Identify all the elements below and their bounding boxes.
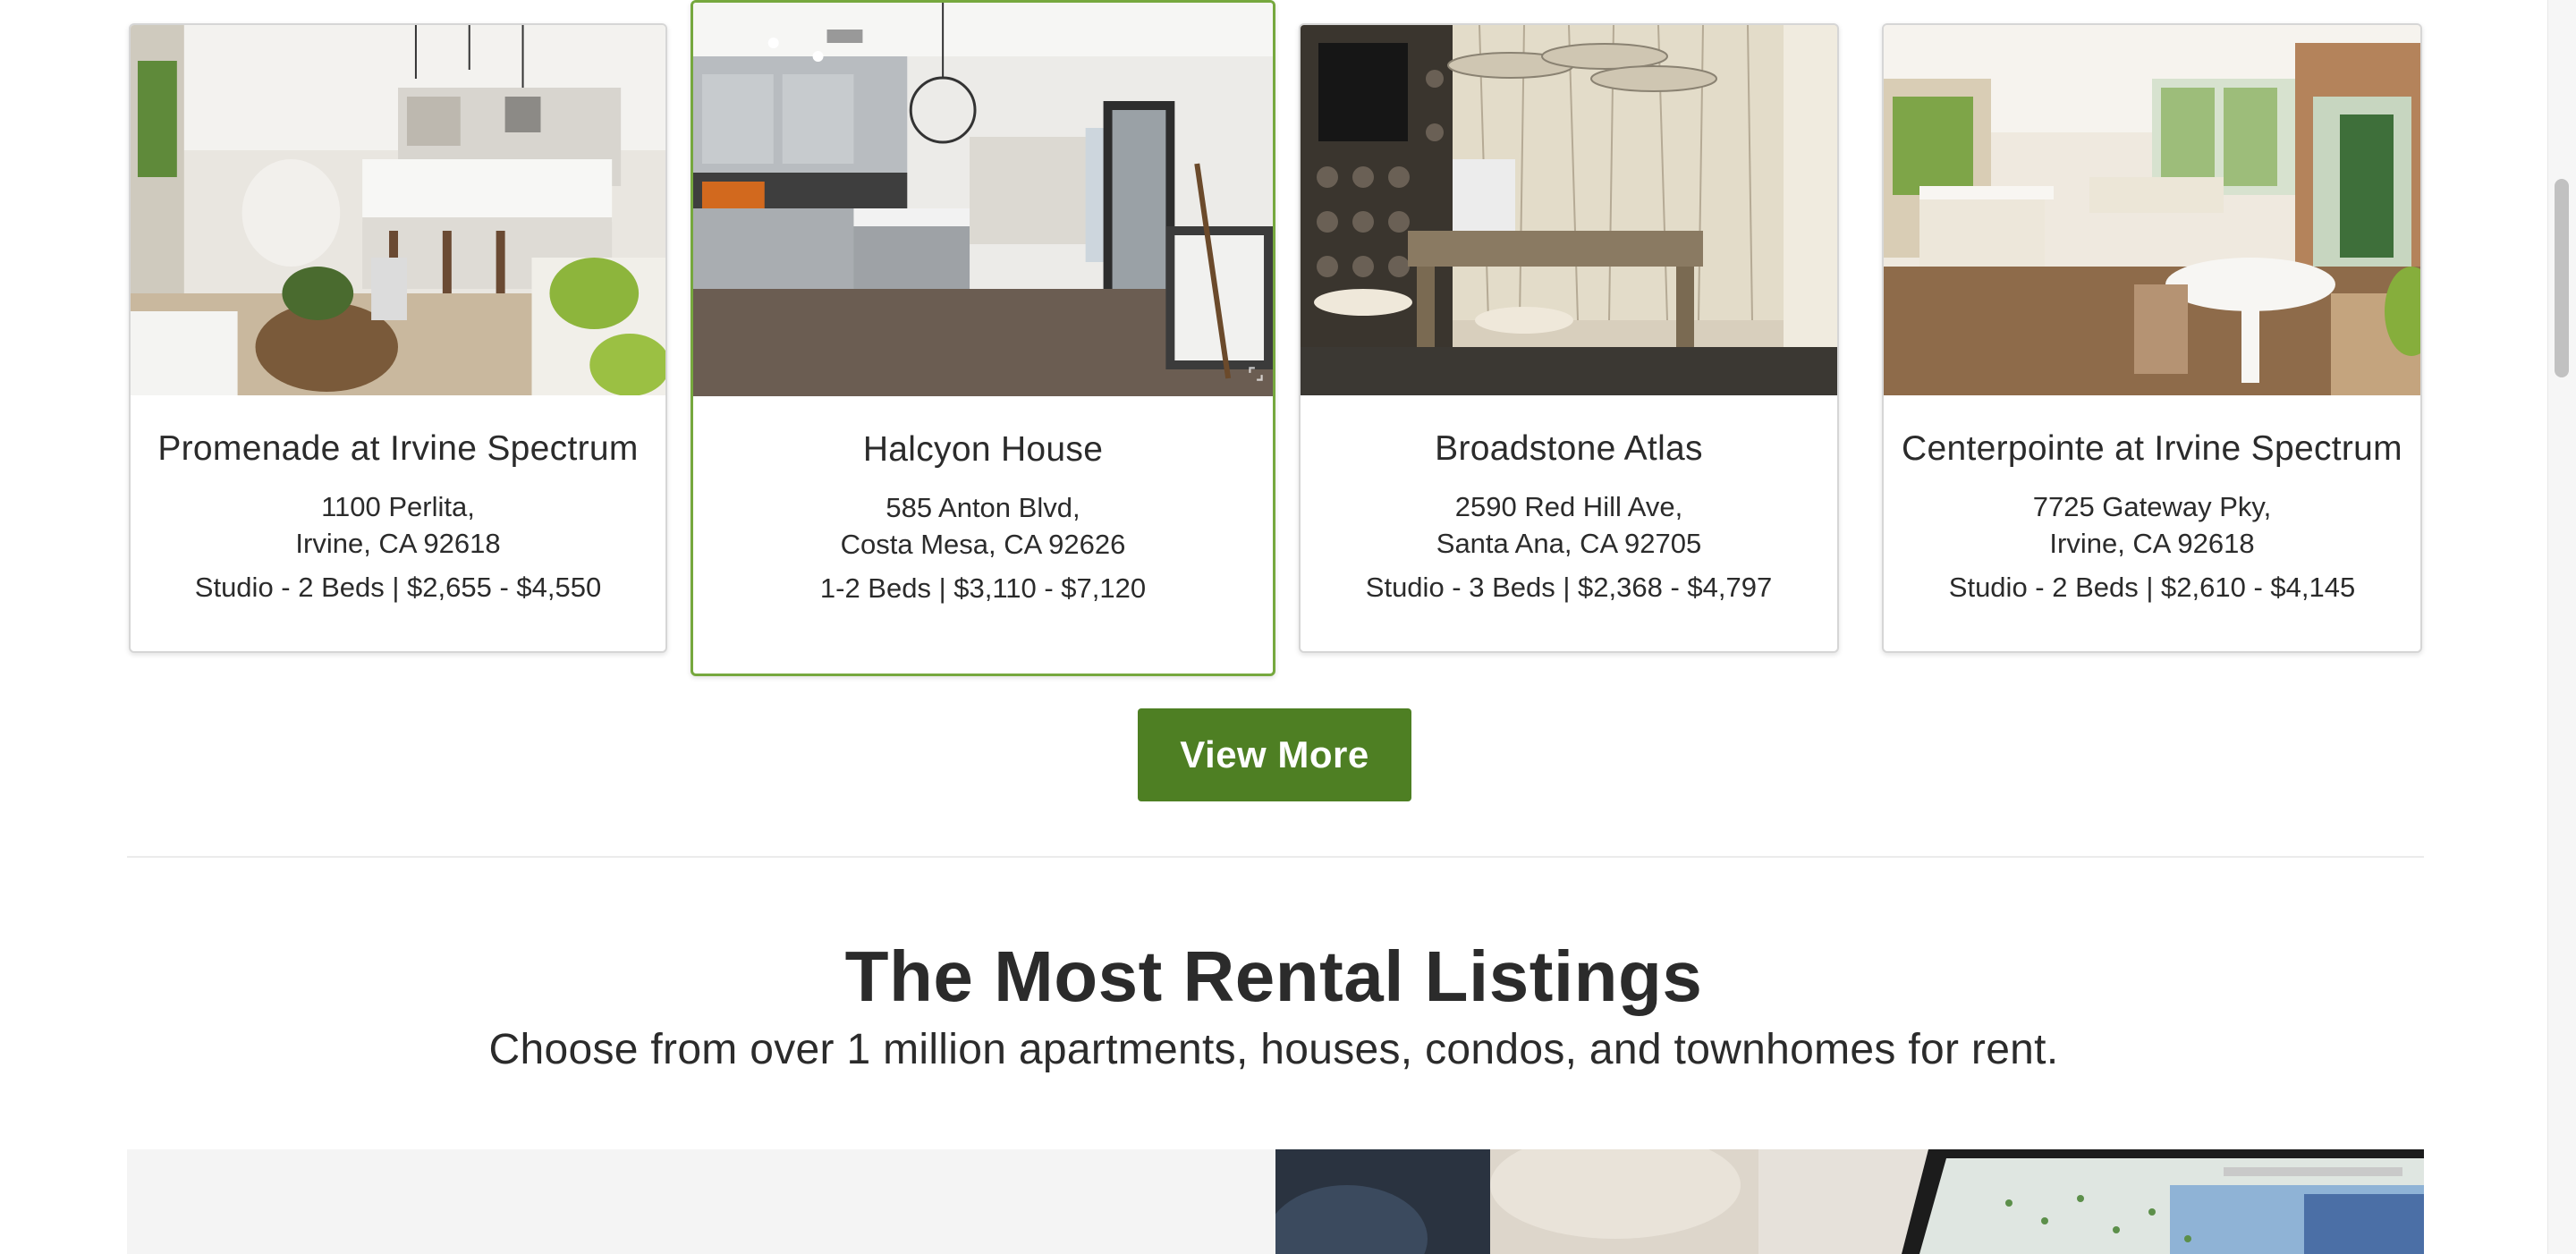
listing-details: Studio - 2 Beds | $2,655 - $4,550 — [194, 572, 602, 603]
address-line-2: Irvine, CA 92618 — [295, 528, 501, 559]
listing-photo[interactable] — [131, 25, 665, 395]
listing-name[interactable]: Promenade at Irvine Spectrum — [131, 429, 665, 469]
listing-address: 585 Anton Blvd, Costa Mesa, CA 92626 — [693, 489, 1273, 563]
listing-photo[interactable] — [1884, 25, 2420, 395]
listing-address: 1100 Perlita, Irvine, CA 92618 — [131, 488, 665, 562]
listing-name[interactable]: Centerpointe at Irvine Spectrum — [1884, 429, 2420, 469]
expand-icon[interactable] — [1246, 364, 1266, 384]
page-scrollbar[interactable] — [2547, 0, 2576, 1254]
scrollbar-thumb[interactable] — [2555, 179, 2569, 377]
section-title: The Most Rental Listings — [844, 936, 1703, 1016]
view-more-button[interactable]: View More — [1138, 708, 1411, 801]
listing-name[interactable]: Halcyon House — [693, 430, 1273, 470]
listing-details: 1-2 Beds | $3,110 - $7,120 — [819, 572, 1147, 604]
featured-listings: Promenade at Irvine Spectrum 1100 Perlit… — [127, 0, 2424, 680]
listing-card[interactable]: Centerpointe at Irvine Spectrum 7725 Gat… — [1882, 23, 2422, 653]
address-line-1: 1100 Perlita, — [321, 491, 475, 522]
listing-details: Studio - 2 Beds | $2,610 - $4,145 — [1948, 572, 2356, 603]
address-line-2: Costa Mesa, CA 92626 — [840, 529, 1126, 560]
listing-details: Studio - 3 Beds | $2,368 - $4,797 — [1365, 572, 1773, 603]
listing-photo[interactable] — [693, 3, 1273, 396]
address-line-1: 7725 Gateway Pky, — [2032, 491, 2272, 522]
listing-card[interactable]: Broadstone Atlas 2590 Red Hill Ave, Sant… — [1299, 23, 1839, 653]
section-subtitle: Choose from over 1 million apartments, h… — [488, 1026, 2059, 1073]
promo-panel — [127, 1149, 1275, 1254]
listing-photo[interactable] — [1301, 25, 1837, 395]
listing-name[interactable]: Broadstone Atlas — [1301, 429, 1837, 469]
listing-card[interactable]: Promenade at Irvine Spectrum 1100 Perlit… — [129, 23, 667, 653]
promo-image — [1275, 1149, 2424, 1254]
listing-card[interactable]: Halcyon House 585 Anton Blvd, Costa Mesa… — [691, 0, 1275, 676]
address-line-1: 2590 Red Hill Ave, — [1454, 491, 1683, 522]
listing-address: 2590 Red Hill Ave, Santa Ana, CA 92705 — [1301, 488, 1837, 562]
section-divider — [127, 856, 2424, 858]
listing-address: 7725 Gateway Pky, Irvine, CA 92618 — [1884, 488, 2420, 562]
address-line-1: 585 Anton Blvd, — [886, 492, 1080, 523]
address-line-2: Irvine, CA 92618 — [2049, 528, 2255, 559]
address-line-2: Santa Ana, CA 92705 — [1436, 528, 1702, 559]
